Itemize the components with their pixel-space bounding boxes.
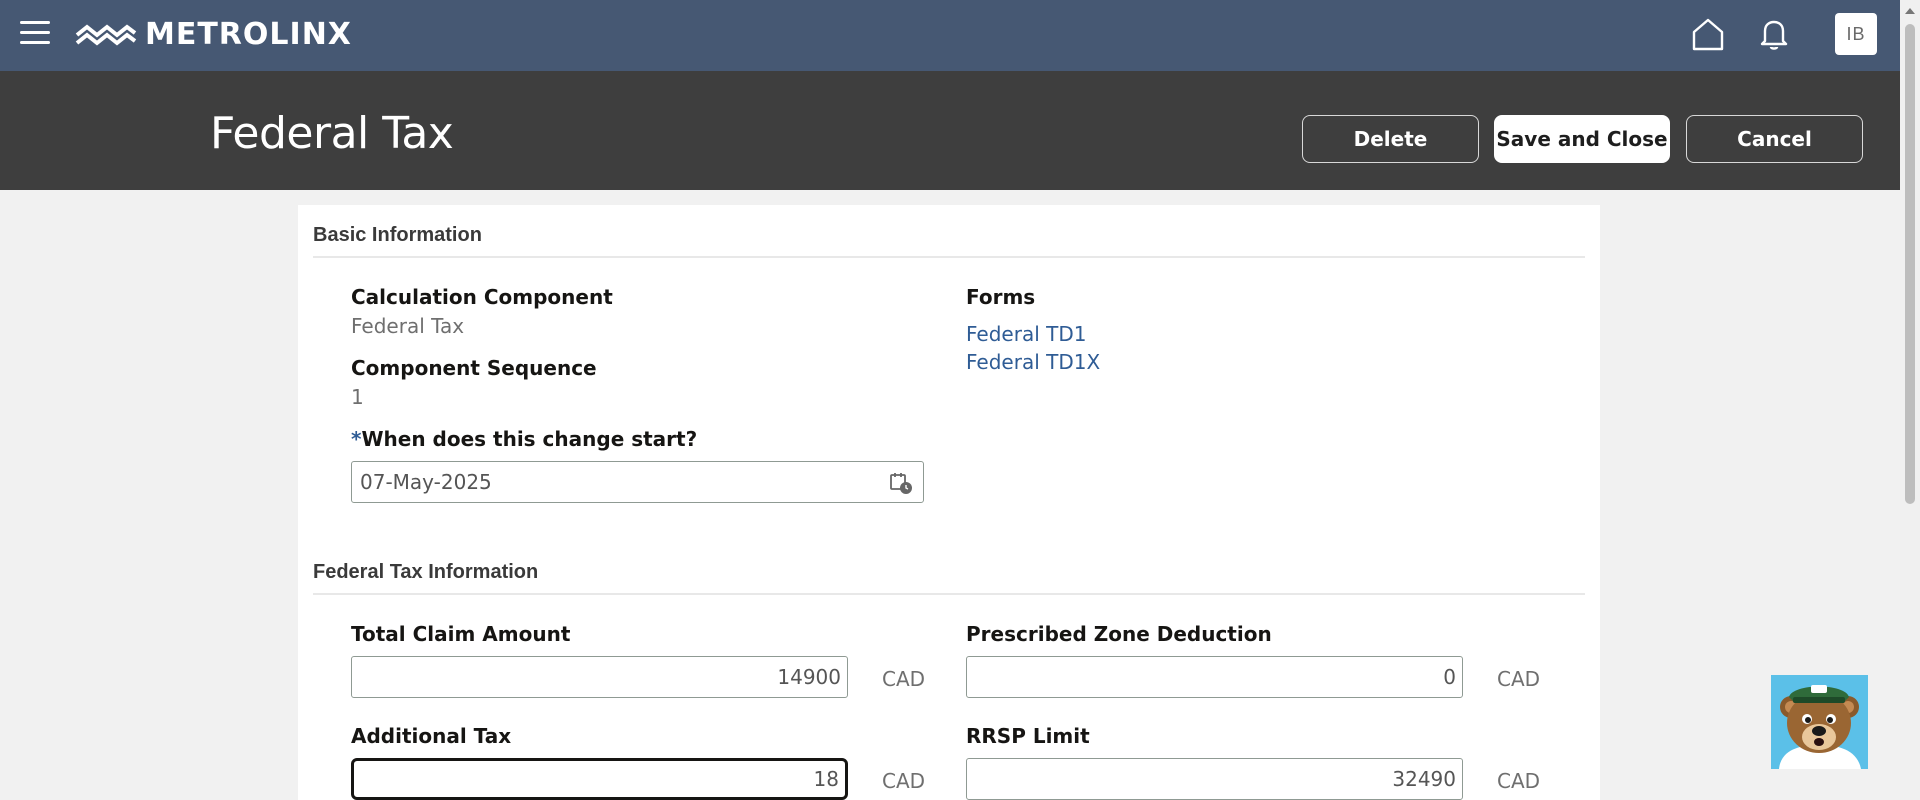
hamburger-menu-icon[interactable] <box>20 21 50 47</box>
additional-tax-input[interactable] <box>354 761 845 797</box>
section-divider <box>313 256 1585 258</box>
rrsp-limit-field[interactable] <box>966 758 1463 800</box>
federal-tax-information-heading: Federal Tax Information <box>313 561 539 583</box>
bear-mascot-icon <box>1771 675 1868 769</box>
prescribed-zone-deduction-input[interactable] <box>967 657 1462 697</box>
component-sequence-value: 1 <box>351 385 364 409</box>
section-divider <box>313 593 1585 595</box>
total-claim-amount-field[interactable] <box>351 656 848 698</box>
rrsp-limit-label: RRSP Limit <box>966 724 1090 748</box>
cancel-button[interactable]: Cancel <box>1686 115 1863 163</box>
currency-label: CAD <box>1497 667 1541 691</box>
required-marker: * <box>351 427 362 451</box>
calculation-component-label: Calculation Component <box>351 285 613 309</box>
basic-information-heading: Basic Information <box>313 224 482 246</box>
home-icon[interactable] <box>1690 16 1726 52</box>
start-date-field[interactable] <box>351 461 924 503</box>
total-claim-amount-label: Total Claim Amount <box>351 622 571 646</box>
virtual-assistant-button[interactable] <box>1771 675 1868 769</box>
additional-tax-field[interactable] <box>351 758 848 800</box>
scroll-up-arrow-icon[interactable] <box>1905 8 1915 14</box>
currency-label: CAD <box>1497 769 1541 793</box>
component-sequence-label: Component Sequence <box>351 356 597 380</box>
additional-tax-label: Additional Tax <box>351 724 512 748</box>
start-date-label-text: When does this change start? <box>361 427 698 451</box>
page-title: Federal Tax <box>210 108 454 159</box>
prescribed-zone-deduction-field[interactable] <box>966 656 1463 698</box>
form-link-td1[interactable]: Federal TD1 <box>966 322 1086 346</box>
save-and-close-button[interactable]: Save and Close <box>1494 115 1670 163</box>
start-date-label: *When does this change start? <box>351 427 697 451</box>
total-claim-amount-input[interactable] <box>352 657 847 697</box>
metrolinx-logo-icon <box>75 23 137 46</box>
page-scrollbar[interactable] <box>1900 0 1920 800</box>
currency-label: CAD <box>882 769 926 793</box>
forms-label: Forms <box>966 285 1036 309</box>
federal-tax-form: Basic Information Calculation Component … <box>298 205 1600 800</box>
form-link-td1x[interactable]: Federal TD1X <box>966 350 1100 374</box>
start-date-input[interactable] <box>352 462 852 502</box>
currency-label: CAD <box>882 667 926 691</box>
prescribed-zone-deduction-label: Prescribed Zone Deduction <box>966 622 1272 646</box>
page-header: Federal Tax Delete Save and Close Cancel <box>0 71 1900 190</box>
metrolinx-logo[interactable]: METROLINX <box>75 17 352 52</box>
notifications-bell-icon[interactable] <box>1759 17 1789 51</box>
calendar-icon[interactable] <box>889 471 913 495</box>
rrsp-limit-input[interactable] <box>967 759 1462 799</box>
scrollbar-thumb[interactable] <box>1905 24 1915 504</box>
user-avatar[interactable]: IB <box>1835 13 1877 55</box>
delete-button[interactable]: Delete <box>1302 115 1479 163</box>
brand-name: METROLINX <box>145 17 352 52</box>
calculation-component-value: Federal Tax <box>351 314 465 338</box>
top-nav-bar: METROLINX IB <box>0 0 1900 71</box>
